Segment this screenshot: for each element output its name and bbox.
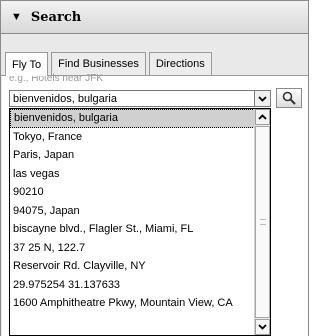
magnifier-icon (282, 91, 296, 105)
collapse-triangle-icon[interactable]: ▼ (11, 11, 22, 23)
dropdown-item[interactable]: 94075, Japan (10, 202, 255, 221)
search-panel-header[interactable]: ▼ Search (0, 0, 309, 34)
dropdown-item[interactable]: Paris, Japan (10, 146, 255, 165)
dropdown-item[interactable]: Reservoir Rd. Clayville, NY (10, 257, 255, 276)
scroll-thumb[interactable] (255, 126, 270, 318)
dropdown-scrollbar[interactable] (254, 109, 270, 335)
chevron-down-icon (258, 324, 267, 330)
dropdown-list: bienvenidos, bulgaria Tokyo, France Pari… (10, 109, 255, 313)
tab-bar: Fly To Find Businesses Directions (5, 52, 215, 76)
dropdown-item[interactable]: 29.975254 31.137633 (10, 276, 255, 295)
dropdown-item[interactable]: 1600 Amphitheatre Pkwy, Mountain View, C… (10, 294, 255, 313)
tab-find-businesses[interactable]: Find Businesses (51, 52, 146, 75)
scroll-up-button[interactable] (255, 109, 270, 125)
search-input[interactable]: bienvenidos, bulgaria (10, 93, 254, 105)
search-combobox[interactable]: bienvenidos, bulgaria (9, 90, 271, 107)
chevron-down-icon (258, 95, 267, 102)
dropdown-toggle-button[interactable] (254, 91, 270, 106)
search-button[interactable] (276, 88, 302, 108)
chevron-up-icon (258, 114, 267, 120)
grip-icon (260, 219, 266, 225)
dropdown-item[interactable]: las vegas (10, 165, 255, 184)
dropdown-item[interactable]: Tokyo, France (10, 128, 255, 147)
panel-title: Search (30, 9, 82, 25)
tab-fly-to[interactable]: Fly To (5, 52, 49, 76)
dropdown-item[interactable]: 90210 (10, 183, 255, 202)
dropdown-item[interactable]: biscayne blvd., Flagler St., Miami, FL (10, 220, 255, 239)
scroll-down-button[interactable] (255, 319, 270, 335)
tab-directions[interactable]: Directions (148, 52, 212, 75)
dropdown-item[interactable]: bienvenidos, bulgaria (10, 109, 255, 128)
search-history-dropdown[interactable]: bienvenidos, bulgaria Tokyo, France Pari… (9, 108, 271, 336)
dropdown-item[interactable]: 37 25 N, 122.7 (10, 239, 255, 258)
